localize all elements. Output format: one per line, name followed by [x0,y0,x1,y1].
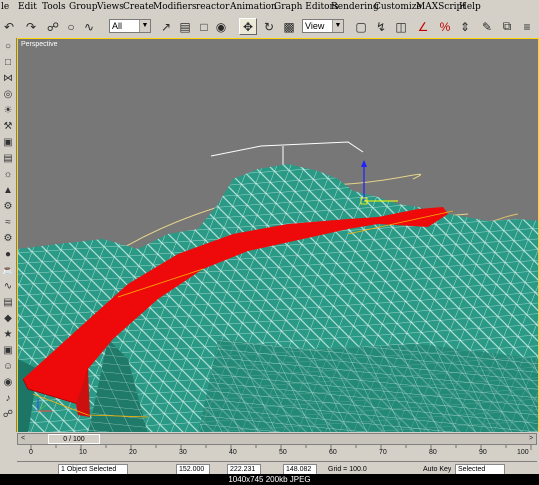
menu-tools[interactable]: Tools [42,2,66,12]
next-frame-button[interactable]: > [526,434,536,444]
time-slider-thumb[interactable]: 0 / 100 [48,434,100,444]
window-crossing-icon[interactable]: ◉ [212,18,230,35]
select-by-name-icon[interactable]: ▤ [176,18,194,35]
select-and-rotate-icon[interactable]: ↻ [260,18,278,35]
camera-icon[interactable]: ▣ [1,136,15,150]
tick-60: 60 [329,449,337,456]
tick-10: 10 [79,449,87,456]
select-and-move-icon[interactable]: ✥ [239,18,257,35]
left-toolbar: ○ □ ⋈ ◎ ☀ ⚒ ▣ ▤ ☼ ▲ ⚙ ≈ ⚙ ● ☕ ∿ ▤ ◆ ★ ▣ … [0,38,17,433]
main-toolbar: ↶ ↷ ☍ ○ ∿ All ▼ ↗ ▤ □ ◉ ✥ ↻ ▩ View ▼ ▢ ↯… [0,16,539,39]
tick-0: 0 [29,449,33,456]
modify-panel-icon[interactable]: □ [1,56,15,70]
light-icon[interactable]: ☼ [1,168,15,182]
chevron-down-icon: ▼ [332,20,343,32]
perspective-viewport[interactable]: Perspective [17,38,539,433]
environment-icon[interactable]: ◆ [1,312,15,326]
display-panel-icon[interactable]: ☀ [1,104,15,118]
selection-filter-value: All [112,21,123,31]
reference-coordinate-value: View [305,21,325,31]
redo-icon[interactable]: ↷ [22,18,40,35]
rectangular-selection-icon[interactable]: □ [195,18,213,35]
tick-100: 100 [517,449,529,456]
mirror-icon[interactable]: ⧉ [498,18,516,35]
time-slider[interactable]: < 0 / 100 > [17,433,537,445]
curve-editor-icon[interactable]: ∿ [1,280,15,294]
spinner-snap-icon[interactable]: ⇕ [456,18,474,35]
utilities-panel-icon[interactable]: ⚒ [1,120,15,134]
tick-80: 80 [429,449,437,456]
terrain-mesh[interactable] [18,164,539,433]
menu-help[interactable]: Help [459,2,481,12]
tick-50: 50 [279,449,287,456]
align-icon[interactable]: ≡ [518,18,536,35]
bind-space-warp-icon[interactable]: ∿ [80,18,98,35]
effects-icon[interactable]: ★ [1,328,15,342]
selection-filter-dropdown[interactable]: All ▼ [109,19,151,33]
chevron-down-icon: ▼ [139,20,150,32]
prev-frame-button[interactable]: < [18,434,28,444]
menu-graph-editors[interactable]: Graph Editors [274,2,338,12]
render-icon[interactable]: ☕ [1,264,15,278]
menu-create[interactable]: Create [123,2,154,12]
menu-animation[interactable]: Animation [230,2,277,12]
tick-20: 20 [129,449,137,456]
shapes-icon[interactable]: ▲ [1,184,15,198]
track-view-icon[interactable]: ▣ [1,344,15,358]
select-link-icon[interactable]: ☍ [44,18,62,35]
menu-edit[interactable]: Edit [18,2,37,12]
unlink-icon[interactable]: ○ [62,18,80,35]
angle-snap-icon[interactable]: ∠ [414,18,432,35]
menu-rendering[interactable]: Rendering [331,2,379,12]
reactor-icon[interactable]: ◉ [1,376,15,390]
schematic-view-icon[interactable]: ▤ [1,296,15,310]
timeline-ticks [30,445,532,450]
layers-icon[interactable]: ▤ [1,152,15,166]
menu-bar: le Edit Tools Group Views Create Modifie… [0,0,539,17]
undo-icon[interactable]: ↶ [0,18,18,35]
menu-views[interactable]: Views [97,2,124,12]
select-object-icon[interactable]: ↗ [157,18,175,35]
menu-modifiers[interactable]: Modifiers [153,2,197,12]
tick-90: 90 [479,449,487,456]
tick-40: 40 [229,449,237,456]
use-pivot-point-icon[interactable]: ▢ [352,18,370,35]
select-and-manipulate-icon[interactable]: ↯ [372,18,390,35]
camera-frame[interactable] [210,141,364,167]
snap-toggle-icon[interactable]: ◫ [392,18,410,35]
helpers-icon[interactable]: ⚙ [1,200,15,214]
material-icon[interactable]: ● [1,248,15,262]
space-warps-icon[interactable]: ≈ [1,216,15,230]
menu-file[interactable]: le [1,2,9,12]
menu-customize[interactable]: Customize [374,2,422,12]
hierarchy-panel-icon[interactable]: ⋈ [1,72,15,86]
percent-snap-icon[interactable]: % [436,18,454,35]
motion-panel-icon[interactable]: ◎ [1,88,15,102]
terrain-scene [18,141,539,433]
select-and-scale-icon[interactable]: ▩ [280,18,298,35]
menu-reactor[interactable]: reactor [196,2,229,12]
sound-icon[interactable]: ♪ [1,392,15,406]
named-selection-sets-icon[interactable]: ✎ [478,18,496,35]
track-bar[interactable]: 0 10 20 30 40 50 60 70 80 90 100 [17,445,537,462]
link-icon[interactable]: ☍ [1,408,15,422]
image-caption: 1040x745 200kb JPEG [0,474,539,485]
tick-30: 30 [179,449,187,456]
reference-coordinate-dropdown[interactable]: View ▼ [302,19,344,33]
create-panel-icon[interactable]: ○ [1,40,15,54]
systems-icon[interactable]: ⚙ [1,232,15,246]
tick-70: 70 [379,449,387,456]
menu-group[interactable]: Group [69,2,97,12]
quick-render-icon[interactable]: ☺ [1,360,15,374]
